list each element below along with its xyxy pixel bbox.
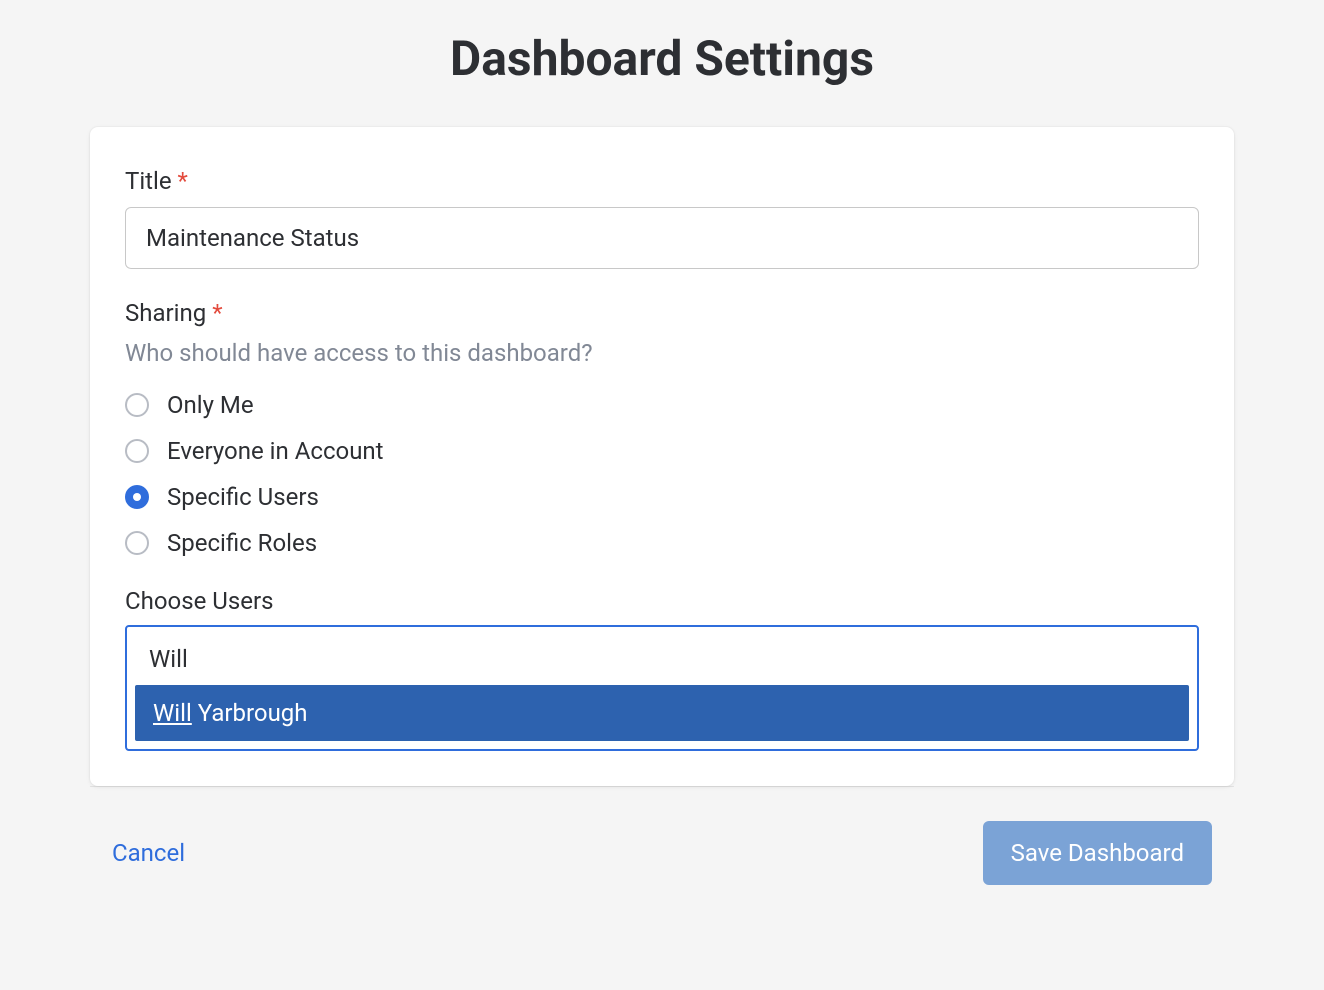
radio-icon [125,439,149,463]
sharing-radio-group: Only Me Everyone in Account Specific Use… [125,391,1199,557]
radio-label: Specific Roles [167,529,317,557]
title-label: Title * [125,167,1199,195]
choose-users-label: Choose Users [125,587,1199,615]
sharing-option-specific-roles[interactable]: Specific Roles [125,529,1199,557]
cancel-button[interactable]: Cancel [112,839,185,867]
settings-card: Title * Sharing * Who should have access… [90,127,1234,786]
sharing-option-everyone[interactable]: Everyone in Account [125,437,1199,465]
radio-icon [125,485,149,509]
choose-users-combobox[interactable]: Will Yarbrough [125,625,1199,751]
sharing-help-text: Who should have access to this dashboard… [125,339,1199,367]
save-dashboard-button[interactable]: Save Dashboard [983,821,1212,885]
sharing-label: Sharing * [125,299,1199,327]
choose-users-input[interactable] [135,635,1189,683]
choose-users-suggestion[interactable]: Will Yarbrough [135,685,1189,741]
required-asterisk-icon: * [178,167,188,195]
required-asterisk-icon: * [212,299,222,327]
suggestion-rest: Yarbrough [192,699,308,727]
radio-icon [125,531,149,555]
suggestion-match: Will [153,699,192,727]
sharing-option-only-me[interactable]: Only Me [125,391,1199,419]
radio-label: Everyone in Account [167,437,384,465]
radio-label: Only Me [167,391,254,419]
sharing-option-specific-users[interactable]: Specific Users [125,483,1199,511]
radio-label: Specific Users [167,483,319,511]
radio-icon [125,393,149,417]
footer-actions: Cancel Save Dashboard [90,786,1234,885]
title-input[interactable] [125,207,1199,269]
page-title: Dashboard Settings [0,30,1324,87]
